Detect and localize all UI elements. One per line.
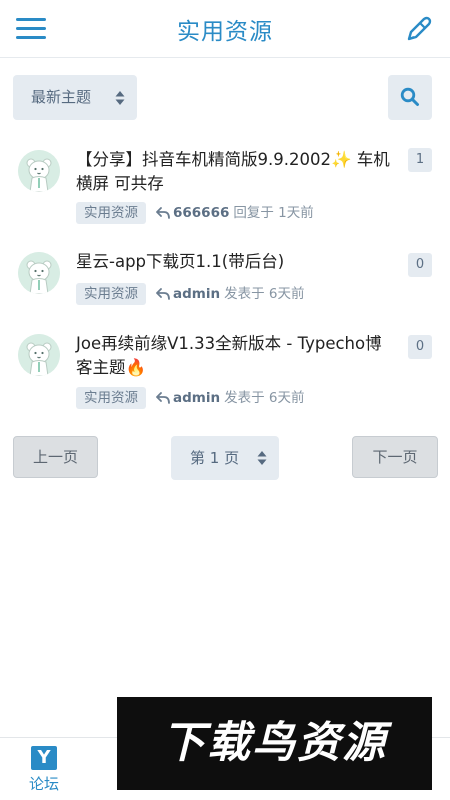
sparkle-emoji-icon: ✨: [330, 150, 352, 169]
prev-page-button[interactable]: 上一页: [13, 436, 98, 478]
sort-label: 最新主题: [31, 88, 92, 106]
top-bar: 实用资源: [0, 0, 450, 58]
reply-arrow-icon: [156, 288, 170, 300]
page-select-arrows-icon: [257, 451, 267, 465]
bear-avatar-icon: [18, 252, 60, 294]
post-time: 发表于 6天前: [224, 390, 305, 406]
category-tag[interactable]: 实用资源: [76, 387, 146, 409]
watermark-banner: 下载鸟资源: [117, 697, 432, 790]
search-icon: [400, 87, 419, 106]
post-time: 发表于 6天前: [224, 286, 305, 302]
author-name[interactable]: admin: [173, 286, 220, 302]
sort-arrows-icon: [115, 91, 125, 105]
post-time: 回复于 1天前: [233, 205, 314, 221]
author-name[interactable]: 666666: [173, 205, 229, 221]
topic-item[interactable]: 星云-app下载页1.1(带后台) 0 实用资源 admin 发表于 6天前: [0, 240, 450, 310]
bear-avatar-icon: [18, 334, 60, 376]
compose-button[interactable]: [404, 14, 434, 44]
reply-count-badge: 0: [408, 335, 432, 359]
topic-title[interactable]: 【分享】抖音车机精简版9.9.2002✨ 车机横屏 可共存: [76, 148, 394, 196]
reply-count-badge: 1: [408, 148, 432, 172]
page-select[interactable]: 第 1 页: [171, 436, 279, 480]
topic-meta: 实用资源 admin 发表于 6天前: [76, 283, 304, 305]
author-name[interactable]: admin: [173, 390, 220, 406]
page-label: 第 1 页: [190, 449, 240, 467]
category-tag[interactable]: 实用资源: [76, 202, 146, 224]
search-button[interactable]: [388, 75, 432, 120]
category-tag[interactable]: 实用资源: [76, 283, 146, 305]
sort-select[interactable]: 最新主题: [13, 75, 137, 120]
user-avatar[interactable]: [18, 334, 60, 376]
page-title: 实用资源: [177, 19, 273, 45]
topic-title[interactable]: Joe再续前缘V1.33全新版本 - Typecho博客主题🔥: [76, 332, 394, 380]
next-page-button[interactable]: 下一页: [352, 436, 438, 478]
bear-avatar-icon: [18, 150, 60, 192]
reply-count-badge: 0: [408, 253, 432, 277]
tab-forum[interactable]: Y 论坛: [20, 746, 68, 796]
reply-arrow-icon: [156, 207, 170, 219]
topic-item[interactable]: Joe再续前缘V1.33全新版本 - Typecho博客主题🔥 0 实用资源 ad…: [0, 322, 450, 417]
pen-icon: [407, 16, 432, 41]
topic-title[interactable]: 星云-app下载页1.1(带后台): [76, 250, 394, 274]
fire-emoji-icon: 🔥: [125, 358, 147, 377]
tab-forum-label: 论坛: [28, 775, 59, 793]
topic-meta: 实用资源 admin 发表于 6天前: [76, 387, 304, 409]
topic-item[interactable]: 【分享】抖音车机精简版9.9.2002✨ 车机横屏 可共存 1 实用资源 6666…: [0, 140, 450, 230]
forum-logo-icon: Y: [31, 746, 57, 770]
reply-arrow-icon: [156, 392, 170, 404]
topic-meta: 实用资源 666666 回复于 1天前: [76, 202, 314, 224]
user-avatar[interactable]: [18, 150, 60, 192]
user-avatar[interactable]: [18, 252, 60, 294]
